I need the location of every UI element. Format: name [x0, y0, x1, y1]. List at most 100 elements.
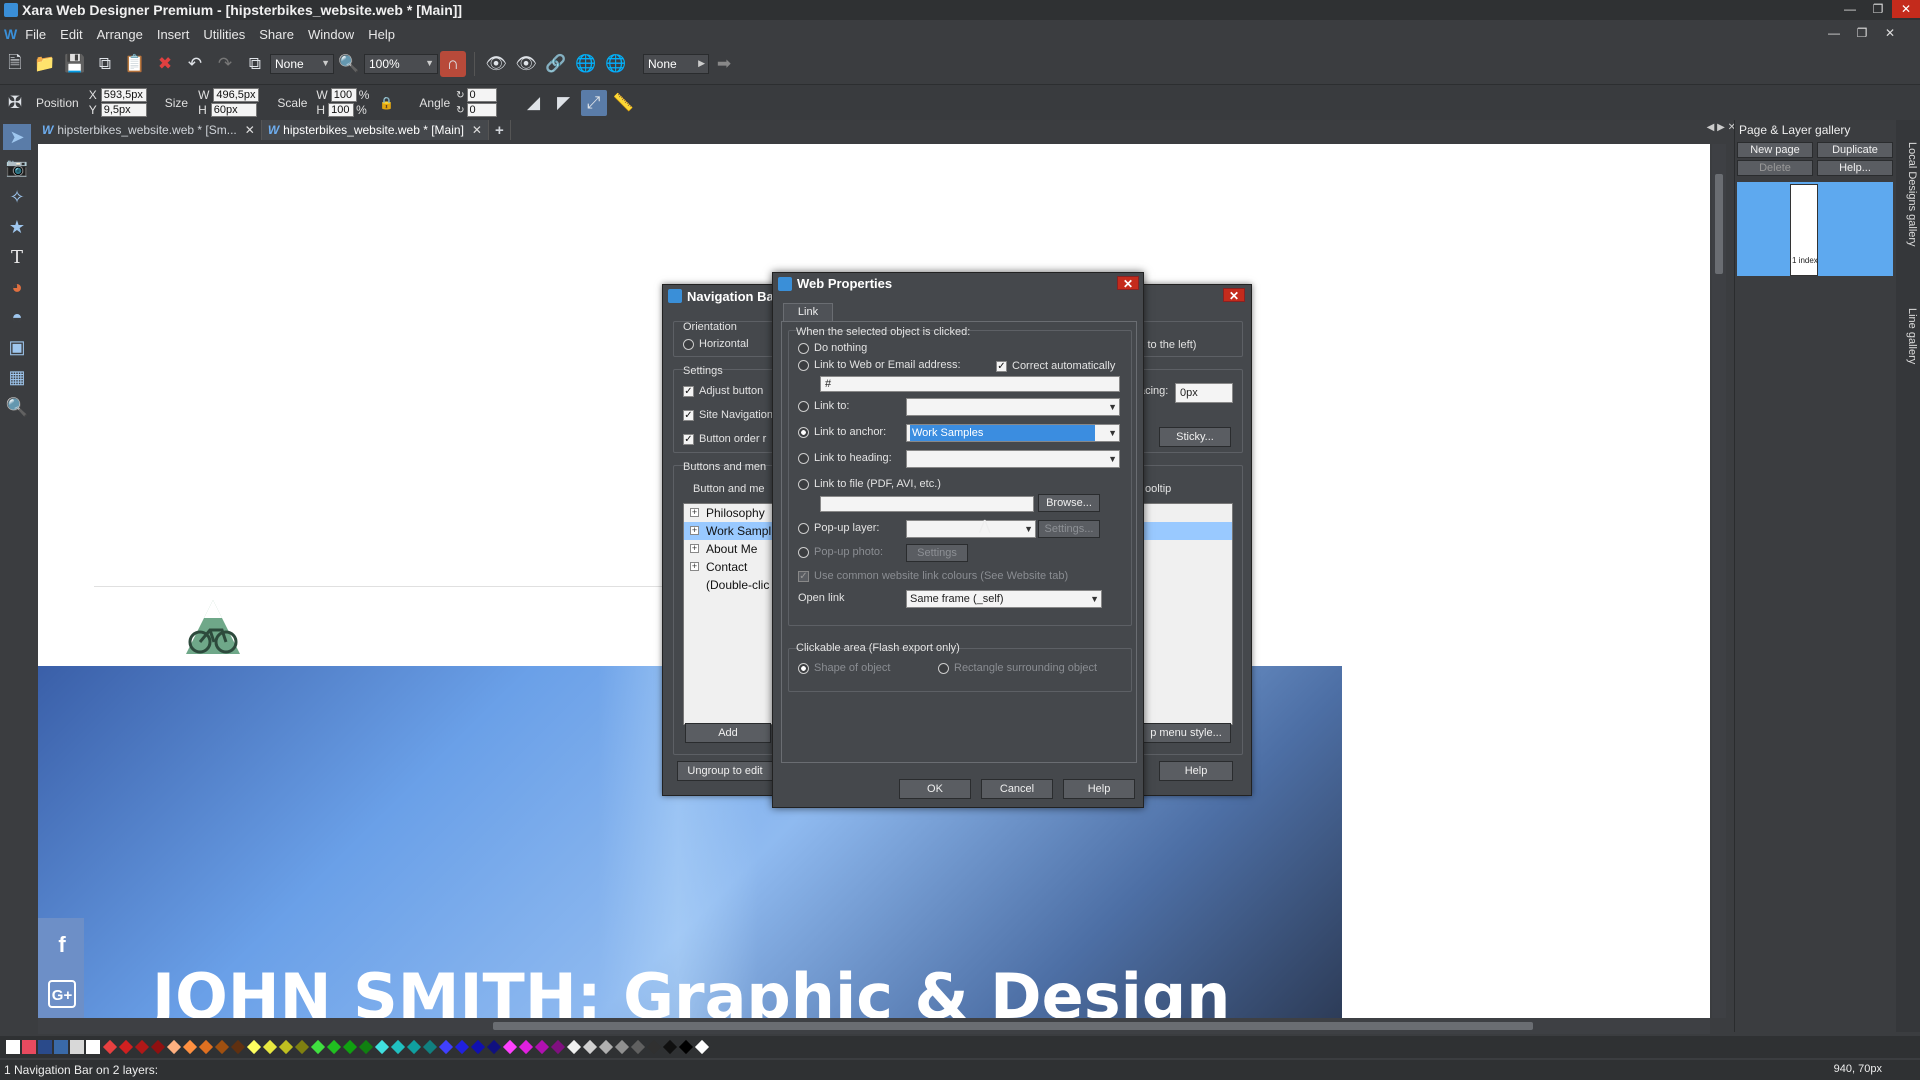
palette-swatch[interactable]: [70, 1040, 84, 1054]
width-field[interactable]: 496,5px: [213, 88, 260, 102]
transparency-tool-icon[interactable]: ◓: [3, 304, 31, 330]
palette-swatch[interactable]: [86, 1040, 100, 1054]
scroll-thumb[interactable]: [1715, 174, 1723, 274]
scroll-thumb[interactable]: [493, 1022, 1533, 1030]
palette-swatch[interactable]: [294, 1039, 310, 1055]
selector-tool-icon[interactable]: ✠: [2, 90, 28, 116]
flip-horizontal-icon[interactable]: ◢: [521, 90, 547, 116]
delete-icon[interactable]: ✖: [152, 51, 178, 77]
preview-site-icon[interactable]: 👁: [513, 51, 539, 77]
menu-window[interactable]: Window: [308, 27, 354, 42]
correct-automatically-checkbox[interactable]: ✓ Correct automatically: [996, 360, 1115, 372]
spacing-field[interactable]: 0px: [1175, 383, 1233, 403]
horizontal-scrollbar[interactable]: [38, 1018, 1710, 1034]
palette-swatch[interactable]: [422, 1039, 438, 1055]
palette-swatch[interactable]: [630, 1039, 646, 1055]
google-plus-icon[interactable]: G+: [48, 980, 76, 1008]
gallery-help-button[interactable]: Help...: [1817, 160, 1893, 176]
open-link-dropdown[interactable]: Same frame (_self) ▼: [906, 590, 1102, 608]
palette-swatch[interactable]: [118, 1039, 134, 1055]
palette-swatch[interactable]: [22, 1040, 36, 1054]
horizontal-radio[interactable]: Horizontal: [683, 338, 749, 350]
zoom-combo[interactable]: 100% ▼: [364, 54, 438, 74]
ok-button[interactable]: OK: [899, 779, 971, 799]
new-document-icon[interactable]: 🗎: [2, 51, 28, 77]
undo-icon[interactable]: ↶: [182, 51, 208, 77]
link-heading-radio[interactable]: Link to heading:: [798, 452, 892, 464]
palette-swatch[interactable]: [182, 1039, 198, 1055]
delete-page-button[interactable]: Delete: [1737, 160, 1813, 176]
palette-swatch[interactable]: [614, 1039, 630, 1055]
link-web-radio[interactable]: Link to Web or Email address:: [798, 359, 961, 371]
shape-tool-icon[interactable]: ★: [3, 214, 31, 240]
shadow-tool-icon[interactable]: ▣: [3, 334, 31, 360]
publish-icon[interactable]: 🌐: [603, 51, 629, 77]
ungroup-button[interactable]: Ungroup to edit: [677, 761, 773, 781]
menu-edit[interactable]: Edit: [60, 27, 82, 42]
snap-icon[interactable]: ∩: [440, 51, 466, 77]
link-anchor-radio[interactable]: Link to anchor:: [798, 426, 886, 438]
palette-swatch[interactable]: [374, 1039, 390, 1055]
close-dialog-icon[interactable]: ✕: [1117, 276, 1139, 291]
palette-swatch[interactable]: [694, 1039, 710, 1055]
rectangle-radio[interactable]: Rectangle surrounding object: [938, 662, 1097, 674]
common-colours-checkbox[interactable]: ✓ Use common website link colours (See We…: [798, 570, 1068, 582]
palette-swatch[interactable]: [566, 1039, 582, 1055]
palette-swatch[interactable]: [646, 1039, 662, 1055]
palette-swatch[interactable]: [454, 1039, 470, 1055]
add-button[interactable]: Add: [685, 723, 771, 743]
menu-insert[interactable]: Insert: [157, 27, 190, 42]
palette-swatch[interactable]: [150, 1039, 166, 1055]
bring-front-icon[interactable]: ⧉: [242, 51, 268, 77]
redo-icon[interactable]: ↷: [212, 51, 238, 77]
fill-combo[interactable]: None ▼: [270, 54, 334, 74]
measure-icon[interactable]: 📏: [611, 90, 637, 116]
popup-layer-dropdown[interactable]: ▼: [906, 520, 1036, 538]
palette-swatch[interactable]: [534, 1039, 550, 1055]
menu-arrange[interactable]: Arrange: [97, 27, 143, 42]
palette-swatch[interactable]: [54, 1040, 68, 1054]
photo-tool-icon[interactable]: 📷: [3, 154, 31, 180]
palette-swatch[interactable]: [6, 1040, 20, 1054]
palette-swatch[interactable]: [214, 1039, 230, 1055]
popup-layer-radio[interactable]: Pop-up layer:: [798, 522, 879, 534]
vertical-scrollbar[interactable]: [1712, 144, 1726, 1018]
save-icon[interactable]: 💾: [62, 51, 88, 77]
link-to-radio[interactable]: Link to:: [798, 400, 849, 412]
text-tool-icon[interactable]: T: [3, 244, 31, 270]
photo-settings-button[interactable]: Settings: [906, 544, 968, 562]
palette-swatch[interactable]: [246, 1039, 262, 1055]
angle-field-2[interactable]: 0: [466, 103, 497, 117]
popup-photo-radio[interactable]: Pop-up photo:: [798, 546, 883, 558]
fill-tool-icon[interactable]: ◕: [3, 274, 31, 300]
palette-swatch[interactable]: [166, 1039, 182, 1055]
tab-link[interactable]: Link: [783, 303, 833, 321]
bevel-tool-icon[interactable]: ▦: [3, 364, 31, 390]
cancel-button[interactable]: Cancel: [981, 779, 1053, 799]
link-to-dropdown[interactable]: ▼: [906, 398, 1120, 416]
palette-swatch[interactable]: [278, 1039, 294, 1055]
transform-handles-icon[interactable]: ⤢: [580, 89, 607, 116]
palette-swatch[interactable]: [230, 1039, 246, 1055]
palette-swatch[interactable]: [470, 1039, 486, 1055]
lock-aspect-icon[interactable]: 🔒: [373, 90, 399, 116]
file-path-input[interactable]: [820, 496, 1034, 512]
copy-icon[interactable]: ⧉: [92, 51, 118, 77]
link-icon[interactable]: 🔗: [543, 51, 569, 77]
color-palette[interactable]: [0, 1036, 1920, 1058]
menu-help[interactable]: Help: [368, 27, 395, 42]
zoom-tool-icon[interactable]: 🔍: [3, 394, 31, 420]
local-designs-tab[interactable]: Local Designs gallery: [1898, 142, 1918, 247]
duplicate-button[interactable]: Duplicate: [1817, 142, 1893, 158]
close-dialog-icon[interactable]: ✕: [1223, 288, 1245, 303]
palette-swatch[interactable]: [102, 1039, 118, 1055]
help-button[interactable]: Help: [1063, 779, 1135, 799]
restore-button[interactable]: ❐: [1864, 0, 1892, 18]
new-tab-button[interactable]: +: [489, 120, 511, 140]
palette-swatch[interactable]: [582, 1039, 598, 1055]
tab-small-doc[interactable]: Whipsterbikes_website.web * [Sm... ✕: [36, 120, 262, 140]
site-navigation-checkbox[interactable]: ✓ Site Navigation: [683, 409, 773, 421]
tab-main-doc[interactable]: Whipsterbikes_website.web * [Main] ✕: [261, 120, 489, 140]
palette-swatch[interactable]: [262, 1039, 278, 1055]
new-page-button[interactable]: New page: [1737, 142, 1813, 158]
